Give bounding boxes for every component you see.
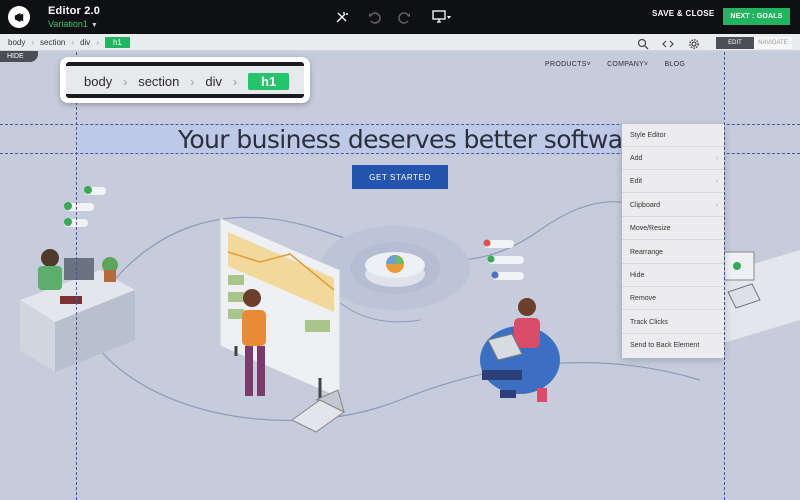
breadcrumb-bar: body › section › div › h1 [0, 34, 800, 51]
menu-item-label: Send to Back Element [630, 342, 700, 349]
chevron-right-icon: › [31, 38, 35, 47]
redo-icon[interactable] [396, 8, 414, 26]
hide-tab[interactable]: HIDE [0, 51, 38, 62]
search-icon[interactable] [637, 37, 649, 50]
chevron-right-icon: › [190, 74, 195, 89]
menu-item-remove[interactable]: Remove [622, 287, 724, 310]
megaphone-logo-icon[interactable] [8, 6, 30, 28]
guide-line-left [76, 52, 77, 500]
code-icon[interactable] [662, 37, 674, 49]
menu-item-label: Rearrange [630, 249, 664, 256]
context-menu: Style Editor Add › Edit › Clipboard › Move/… [622, 124, 724, 358]
navigate-mode-button[interactable]: NAVIGATE [754, 37, 792, 49]
save-close-button[interactable]: SAVE & CLOSE [652, 9, 715, 18]
menu-item-send-to-back[interactable]: Send to Back Element [622, 334, 724, 357]
guide-line-right [724, 52, 725, 500]
menu-item-add[interactable]: Add › [622, 147, 724, 170]
zoom-breadcrumb-h1: h1 [248, 73, 290, 90]
chevron-right-icon: › [233, 74, 238, 89]
chevron-down-icon: ▼ [90, 22, 98, 29]
chevron-right-icon: › [123, 74, 128, 89]
breadcrumb-zoom-callout: body › section › div › h1 [60, 57, 310, 103]
menu-item-label: Move/Resize [630, 225, 671, 232]
editor-title: Editor 2.0 [48, 5, 101, 17]
mode-toggle: EDIT NAVIGATE [716, 37, 792, 49]
menu-item-hide[interactable]: Hide [622, 264, 724, 287]
chevron-right-icon: › [96, 38, 99, 47]
next-goals-button[interactable]: NEXT : GOALS [723, 8, 790, 25]
breadcrumb: body › section › div › h1 [8, 37, 130, 48]
gear-icon[interactable] [688, 37, 700, 49]
menu-item-label: Remove [630, 295, 657, 302]
zoom-breadcrumb-section: section [138, 74, 180, 89]
chevron-right-icon: › [715, 155, 718, 162]
breadcrumb-item-body[interactable]: body [8, 38, 25, 47]
menu-item-clipboard[interactable]: Clipboard › [622, 194, 724, 217]
zoom-breadcrumb-div: div [205, 74, 223, 89]
chevron-right-icon: › [71, 38, 75, 47]
breadcrumb-zoom: body › section › div › h1 [84, 73, 290, 90]
menu-item-edit[interactable]: Edit › [622, 170, 724, 193]
menu-item-move-resize[interactable]: Move/Resize [622, 217, 724, 240]
zoom-breadcrumb-body: body [84, 74, 113, 89]
magic-wand-icon[interactable] [333, 8, 351, 26]
menu-item-label: Add [630, 155, 643, 162]
variation-selector[interactable]: Variation1 ▼ [48, 19, 98, 29]
menu-item-label: Track Clicks [630, 319, 668, 326]
breadcrumb-item-section[interactable]: section [40, 38, 65, 47]
breadcrumb-item-h1[interactable]: h1 [104, 37, 130, 48]
breadcrumb-item-div[interactable]: div [80, 38, 90, 47]
edit-mode-button[interactable]: EDIT [716, 37, 754, 49]
menu-item-track-clicks[interactable]: Track Clicks [622, 311, 724, 334]
menu-item-label: Hide [630, 272, 645, 279]
menu-item-rearrange[interactable]: Rearrange [622, 241, 724, 264]
chevron-right-icon: › [715, 202, 718, 209]
menu-item-label: Clipboard [630, 202, 660, 209]
undo-icon[interactable] [365, 8, 383, 26]
menu-item-label: Style Editor [630, 132, 666, 139]
desktop-device-icon[interactable] [430, 8, 454, 26]
editor-toolbar: Editor 2.0 Variation1 ▼ SAVE & CLOSE NEXT… [0, 0, 800, 34]
chevron-right-icon: › [715, 178, 718, 185]
variation-label: Variation1 [48, 19, 88, 29]
breadcrumb-zoom-bar: body › section › div › h1 [66, 62, 304, 98]
menu-item-style-editor[interactable]: Style Editor [622, 124, 724, 147]
menu-item-label: Edit [630, 178, 643, 185]
